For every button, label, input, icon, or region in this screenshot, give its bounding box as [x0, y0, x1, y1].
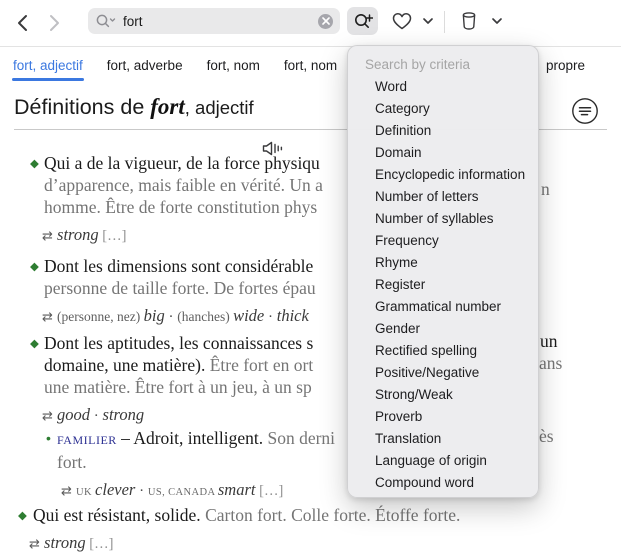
text-segment: Dont les dimensions sont considérable — [44, 256, 313, 276]
clipped-text-fragment: ès — [539, 426, 554, 447]
text-segment: Son derni — [263, 428, 335, 448]
criteria-item-grammatical-number[interactable]: Grammatical number — [348, 296, 538, 318]
text-segment: · — [264, 309, 277, 325]
text-segment: […] — [99, 228, 127, 244]
title-category: , adjectif — [185, 97, 254, 119]
text-segment: Carton fort. Colle forte. Étoffe forte. — [201, 505, 461, 525]
criteria-item-number-of-syllables[interactable]: Number of syllables — [348, 208, 538, 230]
text-segment: · — [135, 483, 148, 499]
text-segment: – Adroit, intelligent. — [117, 428, 263, 448]
title-headword: fort — [150, 94, 185, 120]
sense-bullet-icon: ◆ — [30, 259, 39, 273]
text-segment: une matière. Être fort à un jeu, à un sp — [44, 377, 312, 397]
search-criteria-dropdown: Search by criteria WordCategoryDefinitio… — [347, 45, 539, 498]
criteria-item-language-of-origin[interactable]: Language of origin — [348, 450, 538, 472]
translation-line: ⇄ strong […] — [29, 533, 615, 555]
text-segment: ⇄ — [42, 409, 57, 424]
criteria-filter-field[interactable]: Search by criteria — [348, 54, 538, 76]
definition-line: Qui est résistant, solide. Carton fort. … — [33, 504, 615, 526]
text-segment: UK — [76, 487, 95, 498]
definition-block: ◆ Qui est résistant, solide. Carton fort.… — [14, 504, 615, 555]
text-segment: […] — [255, 483, 283, 499]
sense-bullet-icon: ◆ — [18, 508, 27, 522]
clipped-text-fragment: n — [541, 179, 550, 200]
sense-bullet-icon: ◆ — [30, 156, 39, 170]
text-segment: thick — [277, 306, 309, 325]
criteria-list: WordCategoryDefinitionDomainEncyclopedic… — [348, 76, 538, 494]
text-segment: clever — [95, 480, 135, 499]
title-prefix: Définitions de — [14, 95, 150, 120]
criteria-item-gender[interactable]: Gender — [348, 318, 538, 340]
text-segment: (hanches) — [177, 309, 233, 324]
text-segment: smart — [218, 480, 256, 499]
text-segment: personne de taille forte. De fortes épau — [44, 278, 316, 298]
criteria-item-translation[interactable]: Translation — [348, 428, 538, 450]
text-segment: homme. Être de forte constitution phys — [44, 197, 317, 217]
text-segment: strong — [103, 405, 145, 424]
criteria-item-number-of-letters[interactable]: Number of letters — [348, 186, 538, 208]
text-segment: d’apparence, mais faible en vérité. Un a — [44, 175, 323, 195]
text-segment: (personne, nez) — [57, 309, 144, 324]
text-segment: big — [144, 306, 165, 325]
text-segment: […] — [86, 536, 114, 552]
clipped-text-fragment: ans — [539, 353, 562, 374]
text-segment: US, CANADA — [148, 487, 218, 498]
text-segment: Qui a de la vigueur, de la force physiqu — [44, 153, 320, 173]
text-segment: strong — [44, 533, 86, 552]
text-segment: ⇄ — [42, 310, 57, 325]
text-segment: · — [90, 408, 103, 424]
text-segment: Dont les aptitudes, les connaissances s — [44, 333, 313, 353]
criteria-item-word[interactable]: Word — [348, 76, 538, 98]
sense-bullet-icon: • — [46, 430, 51, 446]
criteria-item-rectified-spelling[interactable]: Rectified spelling — [348, 340, 538, 362]
text-segment: strong — [57, 225, 99, 244]
criteria-item-category[interactable]: Category — [348, 98, 538, 120]
criteria-item-proverb[interactable]: Proverb — [348, 406, 538, 428]
text-segment: domaine, une matière). — [44, 355, 205, 375]
criteria-item-domain[interactable]: Domain — [348, 142, 538, 164]
text-segment: ⇄ — [42, 229, 57, 244]
text-segment: fort. — [57, 452, 87, 472]
criteria-item-compound-word[interactable]: Compound word — [348, 472, 538, 494]
criteria-item-frequency[interactable]: Frequency — [348, 230, 538, 252]
criteria-item-encyclopedic-information[interactable]: Encyclopedic information — [348, 164, 538, 186]
text-segment: good — [57, 405, 90, 424]
text-segment: ⇄ — [29, 537, 44, 552]
criteria-item-definition[interactable]: Definition — [348, 120, 538, 142]
text-segment: Être fort en ort — [205, 355, 313, 375]
text-segment: FAMILIER — [57, 433, 117, 447]
sense-bullet-icon: ◆ — [30, 336, 39, 350]
view-options-button[interactable] — [570, 96, 600, 126]
text-segment: Qui est résistant, solide. — [33, 505, 201, 525]
criteria-item-positive-negative[interactable]: Positive/Negative — [348, 362, 538, 384]
text-segment: · — [165, 309, 178, 325]
criteria-item-register[interactable]: Register — [348, 274, 538, 296]
criteria-item-rhyme[interactable]: Rhyme — [348, 252, 538, 274]
clipped-text-fragment: un — [540, 331, 558, 352]
criteria-item-strong-weak[interactable]: Strong/Weak — [348, 384, 538, 406]
text-segment: ⇄ — [61, 484, 76, 499]
text-segment: wide — [233, 306, 264, 325]
